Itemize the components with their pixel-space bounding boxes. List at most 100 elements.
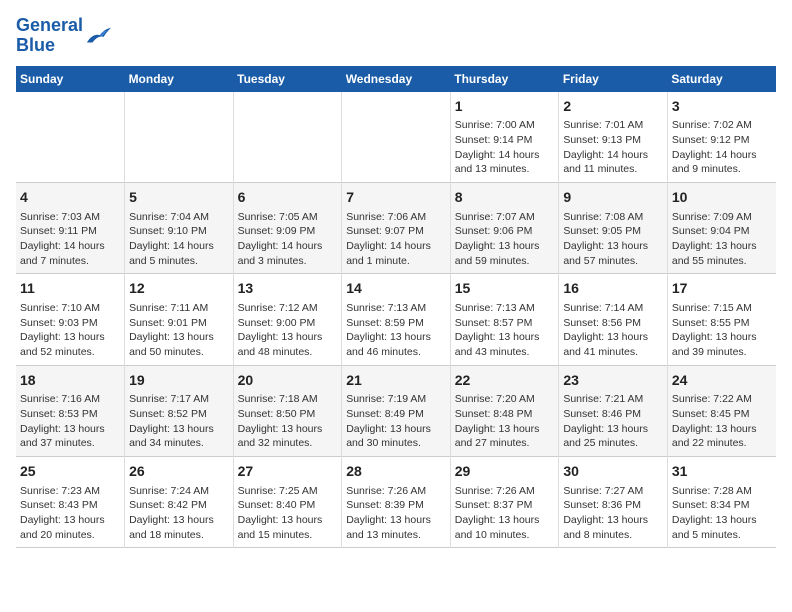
day-number: 27	[238, 462, 338, 482]
day-number: 10	[672, 188, 772, 208]
calendar-cell	[16, 92, 125, 183]
calendar-cell: 9Sunrise: 7:08 AM Sunset: 9:05 PM Daylig…	[559, 182, 668, 273]
day-number: 19	[129, 371, 229, 391]
calendar-cell	[125, 92, 234, 183]
day-info: Sunrise: 7:28 AM Sunset: 8:34 PM Dayligh…	[672, 484, 772, 543]
calendar-cell: 7Sunrise: 7:06 AM Sunset: 9:07 PM Daylig…	[342, 182, 451, 273]
calendar-cell: 25Sunrise: 7:23 AM Sunset: 8:43 PM Dayli…	[16, 456, 125, 547]
calendar-cell: 19Sunrise: 7:17 AM Sunset: 8:52 PM Dayli…	[125, 365, 234, 456]
header-monday: Monday	[125, 66, 234, 92]
calendar-cell: 13Sunrise: 7:12 AM Sunset: 9:00 PM Dayli…	[233, 274, 342, 365]
day-number: 14	[346, 279, 446, 299]
day-info: Sunrise: 7:27 AM Sunset: 8:36 PM Dayligh…	[563, 484, 663, 543]
calendar-cell: 20Sunrise: 7:18 AM Sunset: 8:50 PM Dayli…	[233, 365, 342, 456]
day-info: Sunrise: 7:13 AM Sunset: 8:57 PM Dayligh…	[455, 301, 555, 360]
day-info: Sunrise: 7:07 AM Sunset: 9:06 PM Dayligh…	[455, 210, 555, 269]
day-number: 9	[563, 188, 663, 208]
day-info: Sunrise: 7:19 AM Sunset: 8:49 PM Dayligh…	[346, 392, 446, 451]
day-info: Sunrise: 7:10 AM Sunset: 9:03 PM Dayligh…	[20, 301, 120, 360]
day-number: 4	[20, 188, 120, 208]
calendar-cell: 8Sunrise: 7:07 AM Sunset: 9:06 PM Daylig…	[450, 182, 559, 273]
logo: General Blue	[16, 16, 113, 56]
calendar-cell: 22Sunrise: 7:20 AM Sunset: 8:48 PM Dayli…	[450, 365, 559, 456]
logo-text: General Blue	[16, 16, 83, 56]
calendar-cell: 2Sunrise: 7:01 AM Sunset: 9:13 PM Daylig…	[559, 92, 668, 183]
day-number: 31	[672, 462, 772, 482]
calendar-cell: 6Sunrise: 7:05 AM Sunset: 9:09 PM Daylig…	[233, 182, 342, 273]
day-number: 29	[455, 462, 555, 482]
calendar-cell: 24Sunrise: 7:22 AM Sunset: 8:45 PM Dayli…	[667, 365, 776, 456]
day-info: Sunrise: 7:11 AM Sunset: 9:01 PM Dayligh…	[129, 301, 229, 360]
header-tuesday: Tuesday	[233, 66, 342, 92]
page-header: General Blue	[16, 16, 776, 56]
day-info: Sunrise: 7:25 AM Sunset: 8:40 PM Dayligh…	[238, 484, 338, 543]
header-thursday: Thursday	[450, 66, 559, 92]
day-info: Sunrise: 7:23 AM Sunset: 8:43 PM Dayligh…	[20, 484, 120, 543]
day-number: 21	[346, 371, 446, 391]
day-number: 15	[455, 279, 555, 299]
day-info: Sunrise: 7:03 AM Sunset: 9:11 PM Dayligh…	[20, 210, 120, 269]
day-info: Sunrise: 7:05 AM Sunset: 9:09 PM Dayligh…	[238, 210, 338, 269]
header-sunday: Sunday	[16, 66, 125, 92]
calendar-cell: 27Sunrise: 7:25 AM Sunset: 8:40 PM Dayli…	[233, 456, 342, 547]
calendar-cell: 18Sunrise: 7:16 AM Sunset: 8:53 PM Dayli…	[16, 365, 125, 456]
calendar-cell: 28Sunrise: 7:26 AM Sunset: 8:39 PM Dayli…	[342, 456, 451, 547]
day-info: Sunrise: 7:00 AM Sunset: 9:14 PM Dayligh…	[455, 118, 555, 177]
header-saturday: Saturday	[667, 66, 776, 92]
day-info: Sunrise: 7:26 AM Sunset: 8:39 PM Dayligh…	[346, 484, 446, 543]
day-info: Sunrise: 7:24 AM Sunset: 8:42 PM Dayligh…	[129, 484, 229, 543]
day-info: Sunrise: 7:22 AM Sunset: 8:45 PM Dayligh…	[672, 392, 772, 451]
week-row: 25Sunrise: 7:23 AM Sunset: 8:43 PM Dayli…	[16, 456, 776, 547]
day-number: 1	[455, 97, 555, 117]
calendar-cell: 31Sunrise: 7:28 AM Sunset: 8:34 PM Dayli…	[667, 456, 776, 547]
day-number: 13	[238, 279, 338, 299]
day-number: 17	[672, 279, 772, 299]
calendar-cell: 15Sunrise: 7:13 AM Sunset: 8:57 PM Dayli…	[450, 274, 559, 365]
calendar-cell: 4Sunrise: 7:03 AM Sunset: 9:11 PM Daylig…	[16, 182, 125, 273]
day-info: Sunrise: 7:02 AM Sunset: 9:12 PM Dayligh…	[672, 118, 772, 177]
day-number: 11	[20, 279, 120, 299]
calendar-cell: 14Sunrise: 7:13 AM Sunset: 8:59 PM Dayli…	[342, 274, 451, 365]
day-number: 25	[20, 462, 120, 482]
week-row: 4Sunrise: 7:03 AM Sunset: 9:11 PM Daylig…	[16, 182, 776, 273]
day-info: Sunrise: 7:04 AM Sunset: 9:10 PM Dayligh…	[129, 210, 229, 269]
day-info: Sunrise: 7:26 AM Sunset: 8:37 PM Dayligh…	[455, 484, 555, 543]
logo-bird-icon	[85, 25, 113, 47]
day-number: 24	[672, 371, 772, 391]
day-info: Sunrise: 7:06 AM Sunset: 9:07 PM Dayligh…	[346, 210, 446, 269]
day-number: 3	[672, 97, 772, 117]
day-number: 22	[455, 371, 555, 391]
calendar-cell: 23Sunrise: 7:21 AM Sunset: 8:46 PM Dayli…	[559, 365, 668, 456]
day-number: 18	[20, 371, 120, 391]
day-info: Sunrise: 7:21 AM Sunset: 8:46 PM Dayligh…	[563, 392, 663, 451]
calendar-cell	[233, 92, 342, 183]
day-info: Sunrise: 7:18 AM Sunset: 8:50 PM Dayligh…	[238, 392, 338, 451]
day-info: Sunrise: 7:09 AM Sunset: 9:04 PM Dayligh…	[672, 210, 772, 269]
day-number: 30	[563, 462, 663, 482]
day-number: 12	[129, 279, 229, 299]
logo-blue: Blue	[16, 35, 55, 55]
header-friday: Friday	[559, 66, 668, 92]
header-wednesday: Wednesday	[342, 66, 451, 92]
calendar-cell: 29Sunrise: 7:26 AM Sunset: 8:37 PM Dayli…	[450, 456, 559, 547]
calendar-cell: 30Sunrise: 7:27 AM Sunset: 8:36 PM Dayli…	[559, 456, 668, 547]
calendar-cell: 16Sunrise: 7:14 AM Sunset: 8:56 PM Dayli…	[559, 274, 668, 365]
day-info: Sunrise: 7:12 AM Sunset: 9:00 PM Dayligh…	[238, 301, 338, 360]
day-number: 28	[346, 462, 446, 482]
calendar-cell: 17Sunrise: 7:15 AM Sunset: 8:55 PM Dayli…	[667, 274, 776, 365]
week-row: 18Sunrise: 7:16 AM Sunset: 8:53 PM Dayli…	[16, 365, 776, 456]
day-number: 23	[563, 371, 663, 391]
calendar-cell: 1Sunrise: 7:00 AM Sunset: 9:14 PM Daylig…	[450, 92, 559, 183]
day-number: 6	[238, 188, 338, 208]
calendar-cell: 21Sunrise: 7:19 AM Sunset: 8:49 PM Dayli…	[342, 365, 451, 456]
day-header-row: SundayMondayTuesdayWednesdayThursdayFrid…	[16, 66, 776, 92]
day-number: 5	[129, 188, 229, 208]
day-info: Sunrise: 7:17 AM Sunset: 8:52 PM Dayligh…	[129, 392, 229, 451]
day-number: 2	[563, 97, 663, 117]
calendar-cell: 10Sunrise: 7:09 AM Sunset: 9:04 PM Dayli…	[667, 182, 776, 273]
week-row: 1Sunrise: 7:00 AM Sunset: 9:14 PM Daylig…	[16, 92, 776, 183]
day-info: Sunrise: 7:16 AM Sunset: 8:53 PM Dayligh…	[20, 392, 120, 451]
day-number: 7	[346, 188, 446, 208]
day-info: Sunrise: 7:01 AM Sunset: 9:13 PM Dayligh…	[563, 118, 663, 177]
calendar-cell: 26Sunrise: 7:24 AM Sunset: 8:42 PM Dayli…	[125, 456, 234, 547]
